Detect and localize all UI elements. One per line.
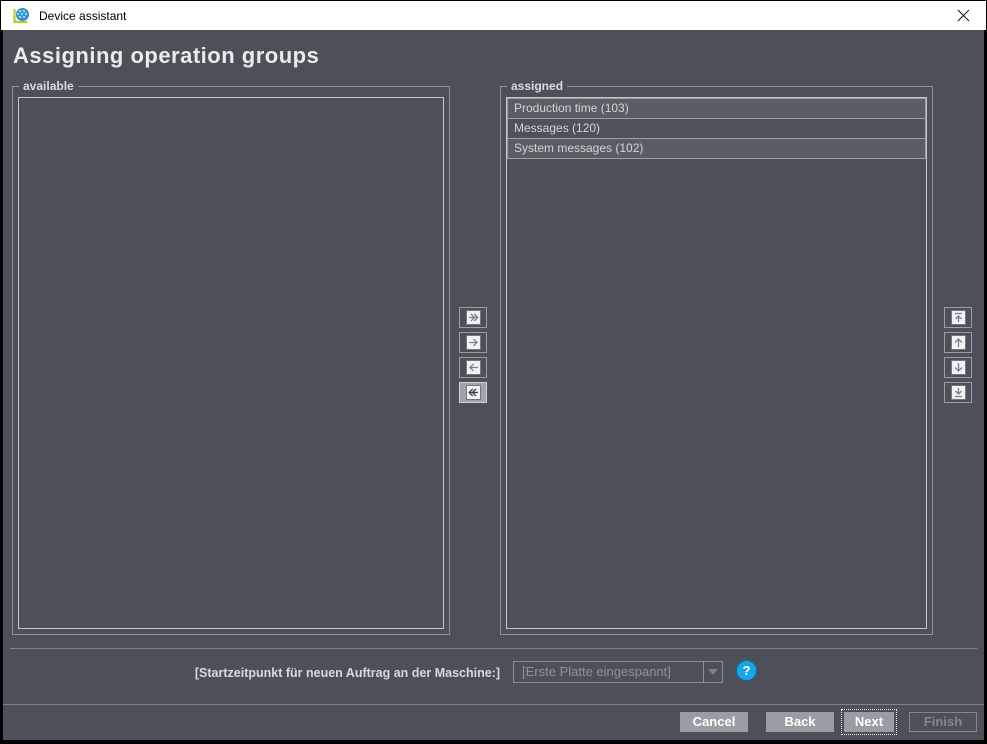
move-to-bottom-icon (951, 385, 966, 400)
assigned-group-label: assigned (507, 79, 567, 93)
list-item[interactable]: Messages (120) (507, 118, 926, 139)
move-all-left-icon (466, 385, 481, 400)
available-group-label: available (19, 79, 78, 93)
move-to-bottom-button[interactable] (944, 382, 972, 403)
separator (3, 704, 984, 705)
titlebar: Device assistant (1, 1, 986, 30)
separator (10, 648, 977, 649)
question-mark-icon: ? (743, 663, 751, 678)
available-list[interactable] (18, 97, 444, 629)
dialog-body: Assigning operation groups available ass… (3, 30, 984, 740)
next-button[interactable]: Next (844, 712, 894, 732)
move-all-right-button[interactable] (459, 307, 487, 328)
available-group: available (12, 86, 450, 635)
app-icon (13, 7, 30, 24)
list-item[interactable]: System messages (102) (507, 138, 926, 159)
close-icon (957, 9, 970, 22)
move-down-button[interactable] (944, 357, 972, 378)
move-to-top-button[interactable] (944, 307, 972, 328)
move-left-button[interactable] (459, 357, 487, 378)
start-time-label: [Startzeitpunkt für neuen Auftrag an der… (3, 666, 500, 680)
assigned-group: assigned Production time (103) Messages … (500, 86, 933, 635)
device-assistant-dialog: Device assistant Assigning operation gro… (0, 0, 987, 744)
dropdown-selected-value: [Erste Platte eingespannt] (522, 662, 698, 682)
move-all-right-icon (466, 310, 481, 325)
move-all-left-button[interactable] (459, 382, 487, 403)
move-right-icon (466, 335, 481, 350)
move-left-icon (466, 360, 481, 375)
help-button[interactable]: ? (736, 660, 757, 681)
move-up-icon (951, 335, 966, 350)
window-title: Device assistant (39, 9, 126, 23)
page-title: Assigning operation groups (13, 43, 319, 69)
dropdown-arrow-button[interactable] (703, 662, 722, 682)
start-time-dropdown[interactable]: [Erste Platte eingespannt] (513, 661, 723, 683)
cancel-button[interactable]: Cancel (680, 712, 748, 732)
finish-button: Finish (909, 712, 977, 732)
chevron-down-icon (708, 669, 718, 675)
move-down-icon (951, 360, 966, 375)
move-to-top-icon (951, 310, 966, 325)
move-right-button[interactable] (459, 332, 487, 353)
back-button[interactable]: Back (766, 712, 834, 732)
close-button[interactable] (940, 1, 986, 30)
assigned-list: Production time (103) Messages (120) Sys… (506, 97, 927, 629)
list-item[interactable]: Production time (103) (507, 98, 926, 119)
move-up-button[interactable] (944, 332, 972, 353)
